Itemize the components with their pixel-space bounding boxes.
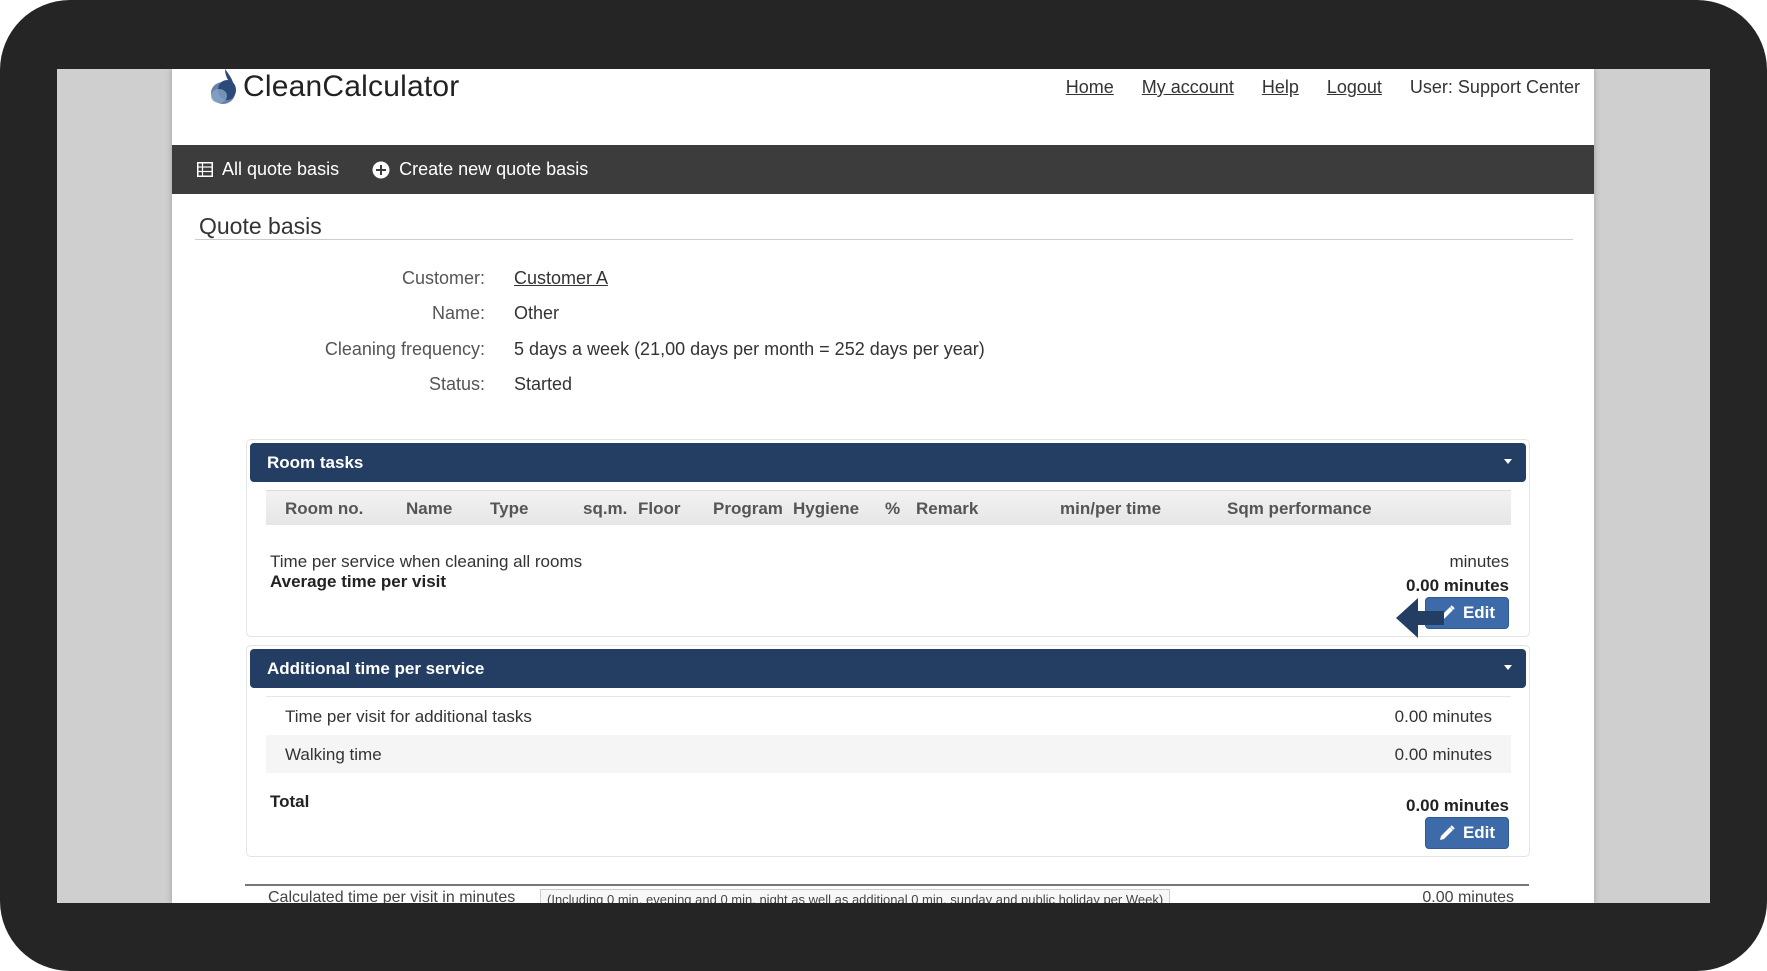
frequency-value: 5 days a week (21,00 days per month = 25… — [514, 339, 985, 359]
create-quote-basis-label: Create new quote basis — [399, 159, 589, 179]
chevron-down-icon — [1504, 459, 1512, 464]
chevron-down-icon — [1504, 665, 1512, 670]
room-tasks-title: Room tasks — [267, 452, 364, 472]
additional-time-panel: Additional time per service Time per vis… — [246, 645, 1530, 857]
edit-label: Edit — [1462, 603, 1496, 622]
table-icon — [197, 162, 213, 177]
plus-circle-icon — [372, 161, 390, 178]
col-sqm-performance[interactable]: Sqm performance — [1227, 499, 1372, 519]
nav-home-link[interactable]: Home — [1066, 77, 1114, 98]
name-label: Name: — [431, 303, 485, 323]
page-title: Quote basis — [199, 213, 322, 239]
time-per-service-value: minutes — [1449, 552, 1509, 571]
all-quote-basis-button[interactable]: All quote basis — [197, 159, 339, 180]
nav-my-account-link[interactable]: My account — [1142, 77, 1234, 98]
logo[interactable]: CleanCalculator — [205, 69, 459, 107]
customer-link[interactable]: Customer A — [514, 268, 608, 289]
col-min-per-time[interactable]: min/per time — [1060, 499, 1161, 519]
average-time-value: 0.00 minutes — [1406, 576, 1509, 595]
calculated-time-label: Calculated time per visit in minutes — [268, 889, 516, 903]
additional-time-edit-button[interactable]: Edit — [1425, 817, 1509, 849]
col-percent[interactable]: % — [885, 499, 900, 519]
row-label: Time per visit for additional tasks — [285, 707, 532, 726]
status-label: Status: — [428, 374, 485, 394]
nav-logout-link[interactable]: Logout — [1327, 77, 1382, 98]
col-sqm[interactable]: sq.m. — [583, 499, 627, 519]
edit-label: Edit — [1462, 823, 1496, 842]
calculated-time-value: 0.00 minutes — [1422, 889, 1514, 903]
room-tasks-header[interactable]: Room tasks — [250, 443, 1526, 482]
logo-drop-icon — [205, 69, 239, 107]
col-type[interactable]: Type — [490, 499, 528, 519]
row-value: 0.00 minutes — [1394, 745, 1492, 764]
device-frame: CleanCalculator Home My account Help Log… — [0, 0, 1767, 971]
table-row: Time per visit for additional tasks 0.00… — [266, 696, 1511, 735]
site-header: CleanCalculator Home My account Help Log… — [172, 69, 1594, 144]
detail-row-name: Name: Other — [172, 303, 1594, 327]
arrow-left-icon — [1396, 598, 1444, 638]
col-hygiene[interactable]: Hygiene — [793, 499, 859, 519]
room-tasks-panel: Room tasks Room no. Name Type sq.m. Floo… — [246, 439, 1530, 637]
page-container: CleanCalculator Home My account Help Log… — [172, 69, 1594, 903]
col-floor[interactable]: Floor — [638, 499, 681, 519]
summary-divider — [245, 884, 1529, 886]
detail-row-status: Status: Started — [172, 374, 1594, 398]
nav-help-link[interactable]: Help — [1262, 77, 1299, 98]
additional-time-title: Additional time per service — [267, 658, 485, 678]
current-user: User: Support Center — [1409, 77, 1580, 97]
pencil-icon — [1439, 825, 1455, 840]
table-row: Walking time 0.00 minutes — [266, 735, 1511, 773]
additional-time-header[interactable]: Additional time per service — [250, 649, 1526, 688]
row-value: 0.00 minutes — [1394, 707, 1492, 726]
col-remark[interactable]: Remark — [916, 499, 978, 519]
col-name[interactable]: Name — [406, 499, 452, 519]
top-navigation: Home My account Help Logout User: Suppor… — [1038, 77, 1580, 98]
browser-viewport: CleanCalculator Home My account Help Log… — [57, 69, 1710, 903]
total-label: Total — [270, 792, 310, 811]
name-value: Other — [514, 303, 560, 323]
frequency-label: Cleaning frequency: — [324, 339, 485, 359]
customer-label: Customer: — [401, 268, 485, 288]
time-per-service-label: Time per service when cleaning all rooms — [270, 552, 583, 571]
total-value: 0.00 minutes — [1406, 796, 1509, 815]
row-label: Walking time — [285, 745, 382, 764]
title-divider — [195, 239, 1573, 240]
col-program[interactable]: Program — [713, 499, 783, 519]
col-room-no[interactable]: Room no. — [285, 499, 363, 519]
action-toolbar: All quote basis Create new quote basis — [172, 145, 1594, 194]
logo-text: CleanCalculator — [243, 70, 460, 103]
detail-row-frequency: Cleaning frequency: 5 days a week (21,00… — [172, 339, 1594, 363]
create-quote-basis-button[interactable]: Create new quote basis — [372, 159, 588, 180]
all-quote-basis-label: All quote basis — [222, 159, 340, 179]
calculated-time-note: (Including 0 min. evening and 0 min. nig… — [540, 889, 1171, 903]
room-tasks-table-header: Room no. Name Type sq.m. Floor Program H… — [266, 490, 1511, 525]
detail-row-customer: Customer: Customer A — [172, 268, 1594, 292]
average-time-label: Average time per visit — [270, 572, 447, 591]
status-value: Started — [514, 374, 573, 394]
